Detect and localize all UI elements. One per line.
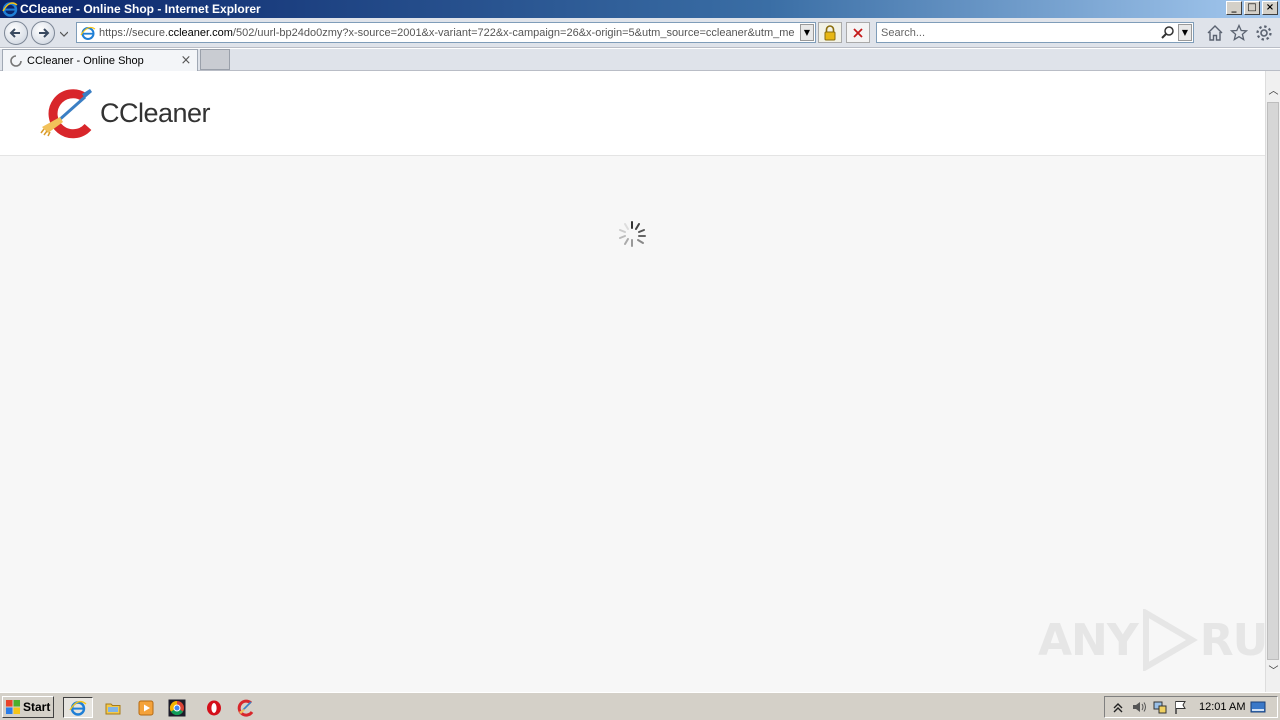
- tab-ccleaner-online-shop[interactable]: CCleaner - Online Shop ×: [2, 49, 198, 71]
- search-box[interactable]: ▼: [876, 22, 1194, 43]
- stop-button[interactable]: [846, 22, 870, 43]
- maximize-button[interactable]: □: [1244, 1, 1260, 15]
- network-icon[interactable]: [1152, 699, 1168, 715]
- tab-bar: CCleaner - Online Shop ×: [0, 49, 1280, 71]
- home-icon[interactable]: [1206, 24, 1224, 42]
- site-header: CCleaner: [0, 71, 1265, 156]
- opera-icon: [207, 700, 221, 715]
- ccleaner-icon: [237, 699, 254, 717]
- search-icon[interactable]: [1160, 25, 1176, 41]
- show-desktop-icon[interactable]: [1250, 699, 1266, 715]
- windows-flag-icon: [6, 700, 20, 714]
- clock[interactable]: 12:01 AM: [1199, 701, 1245, 713]
- ie-page-icon: [80, 26, 96, 40]
- brand-name: CCleaner: [100, 97, 211, 128]
- new-tab-button[interactable]: [200, 49, 230, 70]
- chevron-up-icon[interactable]: [1110, 699, 1126, 715]
- loading-spinner-icon: [619, 221, 646, 247]
- close-button[interactable]: ×: [1262, 1, 1278, 15]
- search-dropdown-button[interactable]: ▼: [1178, 24, 1192, 41]
- tab-loading-icon: [10, 54, 22, 67]
- scroll-down-icon[interactable]: ﹀: [1266, 663, 1280, 680]
- scroll-up-icon[interactable]: ︿: [1266, 83, 1280, 100]
- ccleaner-logo-icon: [40, 89, 92, 139]
- lock-icon: [824, 24, 836, 40]
- chrome-icon: [168, 699, 186, 716]
- window-title: CCleaner - Online Shop - Internet Explor…: [20, 2, 261, 16]
- tab-label: CCleaner - Online Shop: [27, 54, 144, 67]
- taskbar-ccleaner[interactable]: [231, 697, 261, 718]
- minimize-button[interactable]: _: [1226, 1, 1242, 15]
- window-title-bar: CCleaner - Online Shop - Internet Explor…: [0, 0, 1280, 18]
- arrow-left-icon: [9, 28, 20, 38]
- web-page: CCleaner ANY RUN: [0, 71, 1265, 692]
- taskbar-chrome[interactable]: [162, 697, 192, 718]
- internet-explorer-icon: [2, 2, 18, 17]
- watermark-right: RUN: [1199, 614, 1265, 666]
- tab-close-icon[interactable]: ×: [179, 53, 193, 68]
- scrollbar-thumb[interactable]: [1267, 102, 1279, 660]
- vertical-scrollbar[interactable]: ︿ ﹀: [1265, 71, 1280, 692]
- play-triangle-icon: [1142, 609, 1198, 671]
- taskbar-media-player[interactable]: [131, 697, 161, 718]
- volume-icon[interactable]: [1131, 699, 1147, 715]
- watermark-left: ANY: [1038, 614, 1139, 666]
- favorites-star-icon[interactable]: [1230, 24, 1248, 42]
- taskbar: Start 12:01 AM: [0, 692, 1280, 720]
- taskbar-file-explorer[interactable]: [98, 697, 128, 718]
- start-label: Start: [23, 700, 51, 714]
- taskbar-internet-explorer[interactable]: [63, 697, 93, 718]
- security-lock-button[interactable]: [818, 22, 842, 43]
- forward-button[interactable]: [31, 21, 55, 45]
- gear-icon[interactable]: [1255, 24, 1273, 42]
- system-tray: 12:01 AM: [1104, 696, 1278, 718]
- address-bar[interactable]: https://secure.ccleaner.com/502/uurl-bp2…: [76, 22, 816, 43]
- search-input[interactable]: [877, 23, 1160, 42]
- folder-icon: [105, 703, 121, 714]
- arrow-right-icon: [39, 28, 50, 38]
- action-center-flag-icon[interactable]: [1173, 699, 1189, 715]
- taskbar-opera[interactable]: [199, 697, 229, 718]
- address-dropdown-button[interactable]: ▼: [800, 24, 814, 41]
- address-url[interactable]: https://secure.ccleaner.com/502/uurl-bp2…: [99, 27, 800, 39]
- history-dropdown-icon[interactable]: [60, 30, 68, 38]
- start-button[interactable]: Start: [2, 696, 54, 718]
- back-button[interactable]: [4, 21, 28, 45]
- anyrun-watermark: ANY RUN: [1038, 609, 1265, 671]
- internet-explorer-icon: [69, 700, 87, 716]
- stop-x-icon: [853, 27, 863, 38]
- ccleaner-logo[interactable]: CCleaner: [38, 87, 211, 139]
- navigation-bar: https://secure.ccleaner.com/502/uurl-bp2…: [0, 18, 1280, 48]
- media-player-icon: [138, 700, 154, 715]
